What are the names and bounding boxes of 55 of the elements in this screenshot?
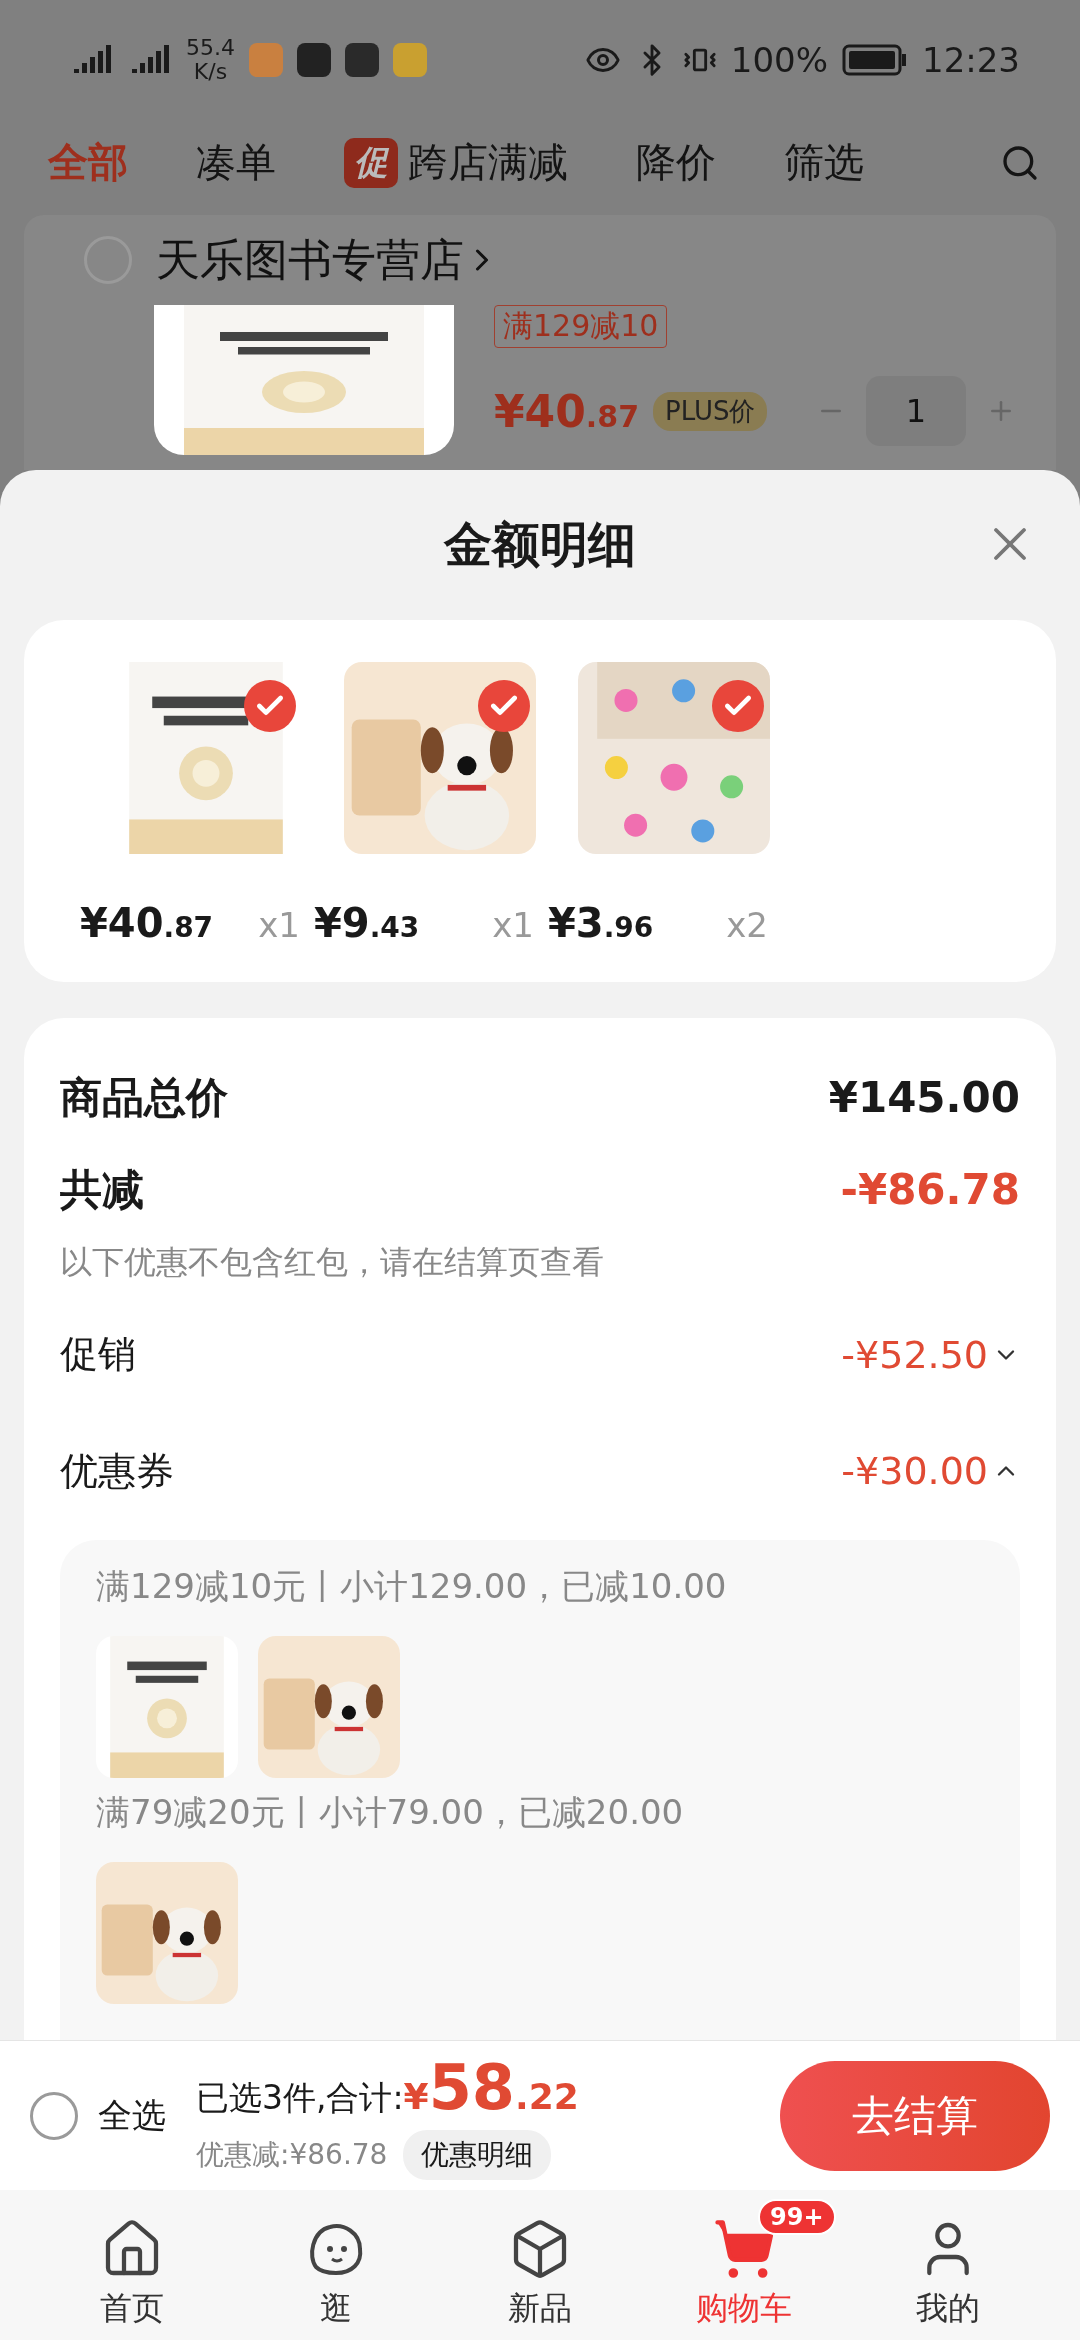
- item-price: ¥3.96: [548, 900, 654, 946]
- app-icon: [393, 43, 427, 77]
- item-quantity: x1: [258, 905, 300, 945]
- nav-tab[interactable]: 首页: [42, 2199, 222, 2331]
- nav-tab[interactable]: 逛: [246, 2199, 426, 2331]
- nav-tab[interactable]: 我的: [858, 2199, 1038, 2331]
- promo-tag: 满129减10: [494, 305, 668, 348]
- count-badge: 99+: [758, 2199, 836, 2235]
- item-price: ¥9.43: [314, 900, 420, 946]
- discount-row-toggle[interactable]: -¥52.50: [841, 1332, 1020, 1377]
- savings-text: 优惠减:¥86.78: [196, 2137, 388, 2173]
- promo-badge: 促: [344, 137, 398, 188]
- coupon-group-text: 满79减20元丨小计79.00，已减20.00: [96, 1791, 685, 1834]
- nav-label: 新品: [508, 2288, 572, 2329]
- nav-tab[interactable]: 新品: [450, 2199, 630, 2331]
- select-all-label[interactable]: 全选: [98, 2092, 166, 2139]
- total-label: 商品总价: [60, 1071, 228, 1124]
- network-speed: 55.4 K/s: [186, 35, 235, 85]
- item-price: ¥40.87: [80, 900, 214, 946]
- item-quantity: x1: [492, 905, 534, 945]
- discount-note: 以下优惠不包含红包，请在结算页查看: [60, 1241, 604, 1283]
- filter-tab[interactable]: 凑单: [196, 135, 276, 190]
- product-price: ¥40.87: [494, 385, 639, 437]
- discount-detail-button[interactable]: 优惠明细: [403, 2130, 552, 2180]
- nav-label: 我的: [916, 2288, 980, 2329]
- clock: 12:23: [922, 40, 1020, 80]
- discount-label: 共减: [60, 1163, 144, 1216]
- item-quantity: x2: [726, 905, 768, 945]
- filter-tab[interactable]: 促 跨店满减: [344, 135, 568, 190]
- discount-value: -¥86.78: [840, 1165, 1020, 1215]
- filter-tab[interactable]: 筛选: [784, 135, 864, 190]
- tab-label: 跨店满减: [408, 138, 568, 187]
- quantity-field[interactable]: 1: [866, 376, 966, 446]
- discount-row-toggle[interactable]: -¥30.00: [841, 1449, 1020, 1494]
- total-value: ¥145.00: [828, 1073, 1020, 1123]
- filter-tab[interactable]: 降价: [636, 135, 716, 190]
- plus-price-tag: PLUS价: [653, 391, 768, 431]
- sheet-title: 金额明细: [444, 515, 636, 574]
- nav-label: 首页: [100, 2288, 164, 2329]
- selected-count: 已选3件,合计:: [196, 2077, 404, 2119]
- nav-label: 购物车: [696, 2288, 792, 2329]
- select-all-checkbox[interactable]: [30, 2091, 78, 2140]
- app-icon: [345, 43, 379, 77]
- checkout-button[interactable]: 去结算: [780, 2060, 1050, 2171]
- battery-icon: [842, 43, 908, 77]
- app-icon: [249, 43, 283, 77]
- discount-row-label: 优惠券: [60, 1447, 174, 1495]
- battery-percent: 100%: [730, 40, 828, 80]
- coupon-group-text: 满129减10元丨小计129.00，已减10.00: [96, 1565, 728, 1608]
- nav-tab[interactable]: 购物车 99+: [654, 2199, 834, 2331]
- discount-row-label: 促销: [60, 1331, 136, 1379]
- total-price: ¥58.22: [403, 2051, 579, 2124]
- nav-label: 逛: [320, 2288, 352, 2329]
- store-name[interactable]: 天乐图书专营店: [156, 230, 500, 290]
- app-icon: [297, 43, 331, 77]
